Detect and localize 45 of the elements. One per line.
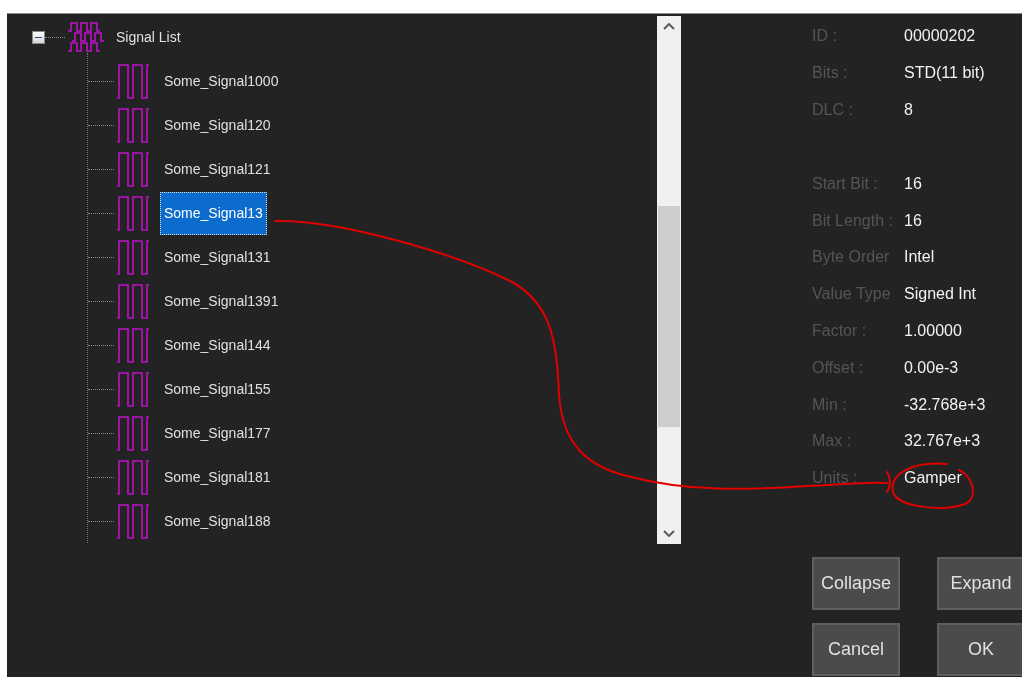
signal-icon <box>116 326 151 364</box>
property-value: Gamper <box>904 469 962 488</box>
signal-icon <box>116 282 151 320</box>
collapse-toggle[interactable] <box>32 30 45 44</box>
tree-item[interactable]: Some_Signal144 <box>160 323 275 367</box>
scroll-down-icon[interactable] <box>663 530 675 538</box>
signal-icon <box>116 106 151 144</box>
tree-item[interactable]: Some_Signal1000 <box>160 59 283 103</box>
signal-icon <box>116 62 151 100</box>
signal-icon <box>116 370 151 408</box>
signal-icon <box>116 194 151 232</box>
scroll-up-icon[interactable] <box>663 22 675 30</box>
signal-icon <box>116 458 151 496</box>
tree-item[interactable]: Some_Signal177 <box>160 411 275 455</box>
signal-icon <box>116 238 151 276</box>
property-value: 0.00e-3 <box>904 358 959 377</box>
tree-item[interactable]: Some_Signal1391 <box>160 279 283 323</box>
property-value: 16 <box>904 174 922 193</box>
tree-item[interactable]: Some_Signal188 <box>160 499 275 543</box>
signal-icon <box>116 150 151 188</box>
scroll-thumb[interactable] <box>658 206 680 427</box>
signal-icon <box>116 502 151 540</box>
scrollbar[interactable] <box>657 16 681 544</box>
tree-item[interactable]: Some_Signal181 <box>160 455 275 499</box>
tree-item[interactable]: Some_Signal131 <box>160 235 275 279</box>
dialog-button[interactable]: OK <box>937 622 1022 676</box>
property-value: 1.00000 <box>904 321 962 340</box>
dialog-button[interactable]: Cancel <box>812 622 900 676</box>
tree-item[interactable]: Some_Signal13 <box>160 191 267 235</box>
property-value: STD(11 bit) <box>904 64 985 83</box>
dialog-button[interactable]: Collapse <box>812 556 900 610</box>
property-value: 16 <box>904 211 922 230</box>
signal-group-icon <box>67 21 105 53</box>
tree-item[interactable]: Some_Signal120 <box>160 103 275 147</box>
property-value: Intel <box>904 248 935 267</box>
property-value: -32.768e+3 <box>904 395 986 414</box>
property-value: 32.767e+3 <box>904 432 981 451</box>
tree-item[interactable]: Some_Signal155 <box>160 367 275 411</box>
property-value: 00000202 <box>904 27 976 46</box>
tree-item[interactable]: Some_Signal121 <box>160 147 275 191</box>
property-value: 8 <box>904 101 913 119</box>
dialog-button[interactable]: Expand <box>937 556 1022 610</box>
tree-item-label[interactable]: Signal List <box>116 29 181 45</box>
property-value: Signed Int <box>904 285 977 304</box>
signal-icon <box>116 414 151 452</box>
